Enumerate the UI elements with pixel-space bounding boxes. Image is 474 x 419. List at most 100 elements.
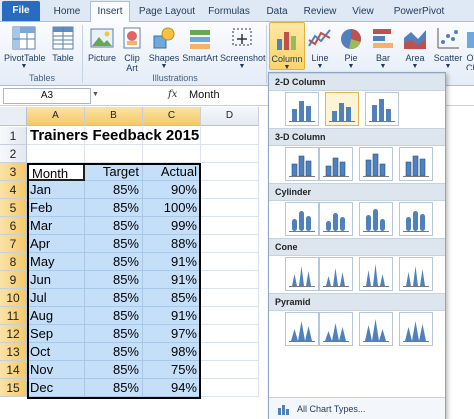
row-header-7[interactable]: 7 bbox=[0, 235, 27, 253]
smartart-button[interactable]: SmartArt bbox=[182, 22, 218, 70]
table-cell[interactable]: 85% bbox=[85, 361, 143, 379]
chart-subtype-option[interactable] bbox=[399, 257, 433, 291]
row-header-5[interactable]: 5 bbox=[0, 199, 27, 217]
cell[interactable] bbox=[201, 217, 259, 235]
all-chart-types-link[interactable]: All Chart Types... bbox=[269, 397, 445, 419]
pivottable-button[interactable]: PivotTable ▼ bbox=[4, 22, 46, 70]
cell[interactable] bbox=[201, 127, 259, 145]
row-header-4[interactable]: 4 bbox=[0, 181, 27, 199]
screenshot-button[interactable]: Screenshot ▼ bbox=[220, 22, 266, 70]
table-cell[interactable]: Apr bbox=[27, 235, 85, 253]
cell[interactable] bbox=[201, 343, 259, 361]
tab-home[interactable]: Home bbox=[48, 2, 86, 21]
row-header-2[interactable]: 2 bbox=[0, 145, 27, 163]
cell[interactable] bbox=[201, 379, 259, 397]
table-cell[interactable]: 85% bbox=[85, 343, 143, 361]
tab-formulas[interactable]: Formulas bbox=[204, 2, 254, 21]
table-header-cell[interactable]: Actual bbox=[143, 163, 201, 181]
other-charts-button[interactable]: O Ch bbox=[466, 22, 474, 70]
chart-subtype-option[interactable] bbox=[319, 312, 353, 346]
chart-subtype-option[interactable] bbox=[359, 257, 393, 291]
table-cell[interactable]: 85% bbox=[85, 181, 143, 199]
chart-subtype-option[interactable] bbox=[325, 92, 359, 126]
table-cell[interactable]: 85% bbox=[85, 217, 143, 235]
table-cell[interactable]: 85% bbox=[85, 325, 143, 343]
cell[interactable] bbox=[201, 145, 259, 163]
select-all-corner[interactable] bbox=[0, 107, 27, 126]
column-header-d[interactable]: D bbox=[201, 107, 259, 126]
chart-subtype-option[interactable] bbox=[359, 202, 393, 236]
table-header-cell[interactable]: Target bbox=[85, 163, 143, 181]
sheet-title[interactable]: Trainers Feedback 2015 bbox=[30, 127, 199, 145]
chart-subtype-option[interactable] bbox=[365, 92, 399, 126]
cell[interactable] bbox=[201, 271, 259, 289]
row-header-6[interactable]: 6 bbox=[0, 217, 27, 235]
cell[interactable] bbox=[143, 145, 201, 163]
table-cell[interactable]: Jan bbox=[27, 181, 85, 199]
table-cell[interactable]: 85% bbox=[85, 289, 143, 307]
chart-subtype-option[interactable] bbox=[359, 147, 393, 181]
row-header-15[interactable]: 15 bbox=[0, 379, 27, 397]
column-header-c[interactable]: C bbox=[143, 107, 201, 126]
table-cell[interactable]: 97% bbox=[143, 325, 201, 343]
table-cell[interactable]: Jul bbox=[27, 289, 85, 307]
table-cell[interactable]: 85% bbox=[85, 235, 143, 253]
chart-subtype-option[interactable] bbox=[319, 257, 353, 291]
table-cell[interactable]: 88% bbox=[143, 235, 201, 253]
cell[interactable] bbox=[201, 325, 259, 343]
table-cell[interactable]: 100% bbox=[143, 199, 201, 217]
table-cell[interactable]: Sep bbox=[27, 325, 85, 343]
table-cell[interactable]: Mar bbox=[27, 217, 85, 235]
cell[interactable] bbox=[201, 361, 259, 379]
function-icon[interactable]: fx bbox=[168, 89, 177, 100]
cell[interactable] bbox=[201, 307, 259, 325]
pie-chart-button[interactable]: Pie ▼ bbox=[336, 22, 366, 70]
chart-subtype-option[interactable] bbox=[399, 202, 433, 236]
column-header-b[interactable]: B bbox=[85, 107, 143, 126]
cell[interactable] bbox=[27, 145, 85, 163]
table-cell[interactable]: Dec bbox=[27, 379, 85, 397]
shapes-button[interactable]: Shapes ▼ bbox=[148, 22, 180, 70]
cell[interactable] bbox=[201, 163, 259, 181]
area-chart-button[interactable]: Area ▼ bbox=[400, 22, 430, 70]
table-cell[interactable]: 85% bbox=[85, 307, 143, 325]
table-cell[interactable]: 94% bbox=[143, 379, 201, 397]
chart-subtype-option[interactable] bbox=[285, 257, 319, 291]
chart-subtype-option[interactable] bbox=[319, 202, 353, 236]
row-header-1[interactable]: 1 bbox=[0, 127, 27, 145]
cell[interactable] bbox=[201, 253, 259, 271]
table-cell[interactable]: Aug bbox=[27, 307, 85, 325]
table-cell[interactable]: 90% bbox=[143, 181, 201, 199]
cell[interactable] bbox=[201, 199, 259, 217]
table-cell[interactable]: Oct bbox=[27, 343, 85, 361]
chart-subtype-option[interactable] bbox=[285, 147, 319, 181]
table-cell[interactable]: 91% bbox=[143, 271, 201, 289]
column-header-a[interactable]: A bbox=[27, 107, 85, 126]
line-chart-button[interactable]: Line ▼ bbox=[306, 22, 334, 70]
table-cell[interactable]: 91% bbox=[143, 307, 201, 325]
tab-powerpivot[interactable]: PowerPivot bbox=[388, 2, 450, 21]
chart-subtype-option[interactable] bbox=[399, 312, 433, 346]
cell[interactable] bbox=[201, 235, 259, 253]
table-cell[interactable]: 75% bbox=[143, 361, 201, 379]
table-cell[interactable]: Jun bbox=[27, 271, 85, 289]
cell[interactable] bbox=[201, 289, 259, 307]
bar-chart-button[interactable]: Bar ▼ bbox=[368, 22, 398, 70]
table-cell[interactable]: 85% bbox=[143, 289, 201, 307]
chart-subtype-option[interactable] bbox=[399, 147, 433, 181]
table-cell[interactable]: Feb bbox=[27, 199, 85, 217]
table-cell[interactable]: 85% bbox=[85, 253, 143, 271]
row-header-12[interactable]: 12 bbox=[0, 325, 27, 343]
table-cell[interactable]: 91% bbox=[143, 253, 201, 271]
row-header-3[interactable]: 3 bbox=[0, 163, 27, 181]
tab-view[interactable]: View bbox=[348, 2, 378, 21]
clip-art-button[interactable]: Clip Art bbox=[120, 22, 144, 73]
table-cell[interactable]: May bbox=[27, 253, 85, 271]
tab-page-layout[interactable]: Page Layout bbox=[136, 2, 198, 21]
chart-subtype-option[interactable] bbox=[359, 312, 393, 346]
chart-subtype-option[interactable] bbox=[319, 147, 353, 181]
scatter-chart-button[interactable]: Scatter ▼ bbox=[431, 22, 465, 70]
picture-button[interactable]: Picture bbox=[86, 22, 118, 70]
chevron-down-icon[interactable]: ▼ bbox=[92, 91, 99, 98]
table-button[interactable]: Table bbox=[48, 22, 78, 70]
